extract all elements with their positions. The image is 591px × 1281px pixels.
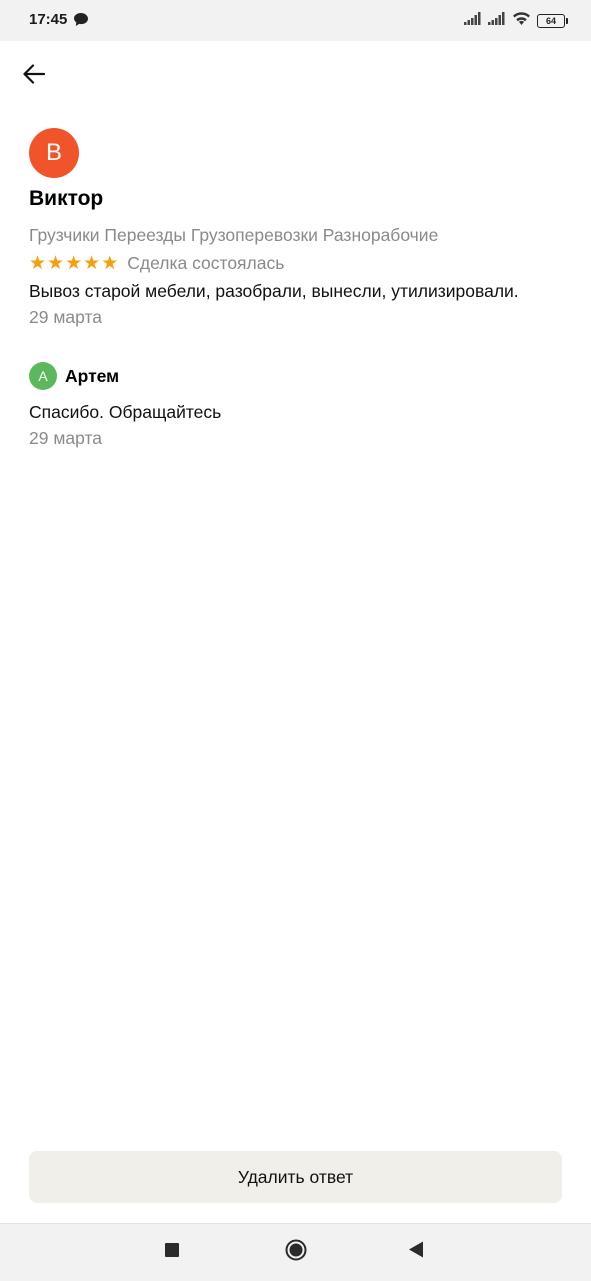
star-icon: ★ xyxy=(101,252,119,274)
status-icons: 64 xyxy=(464,11,568,30)
deal-status: Сделка состоялась xyxy=(127,253,285,273)
signal-icon xyxy=(464,11,482,30)
reply-header: А Артем xyxy=(29,362,119,390)
status-bar: 17:45 64 xyxy=(0,0,591,41)
review-text: Вывоз старой мебели, разобрали, вынесли,… xyxy=(29,281,519,301)
wifi-icon xyxy=(512,11,531,30)
home-icon xyxy=(285,1239,307,1266)
delete-reply-button[interactable]: Удалить ответ xyxy=(29,1151,562,1203)
reply-author: Артем xyxy=(65,365,120,386)
message-icon xyxy=(74,13,88,31)
nav-back-button[interactable] xyxy=(402,1238,430,1266)
arrow-left-icon xyxy=(23,63,46,89)
system-nav-bar xyxy=(0,1223,591,1281)
reply-date: 29 марта xyxy=(29,428,102,448)
star-icon: ★ xyxy=(47,252,65,274)
star-icon: ★ xyxy=(29,252,47,274)
status-time: 17:45 xyxy=(29,11,68,28)
rating-row: ★ ★ ★ ★ ★ Сделка состоялась xyxy=(29,253,284,274)
star-icon: ★ xyxy=(65,252,83,274)
battery-icon: 64 xyxy=(537,13,568,28)
back-icon xyxy=(408,1241,424,1263)
recent-apps-icon xyxy=(165,1242,179,1262)
back-button[interactable] xyxy=(18,60,50,92)
author-avatar: В xyxy=(29,128,79,178)
review-date: 29 марта xyxy=(29,307,102,327)
author-name: Виктор xyxy=(29,187,104,210)
author-categories: Грузчики Переезды Грузоперевозки Разнора… xyxy=(29,225,439,245)
signal-icon xyxy=(488,11,506,30)
star-icon: ★ xyxy=(83,252,101,274)
reply-text: Спасибо. Обращайтесь xyxy=(29,402,222,422)
reply-avatar: А xyxy=(29,362,57,390)
star-rating: ★ ★ ★ ★ ★ xyxy=(29,252,119,274)
recent-apps-button[interactable] xyxy=(158,1238,186,1266)
home-button[interactable] xyxy=(282,1238,310,1266)
